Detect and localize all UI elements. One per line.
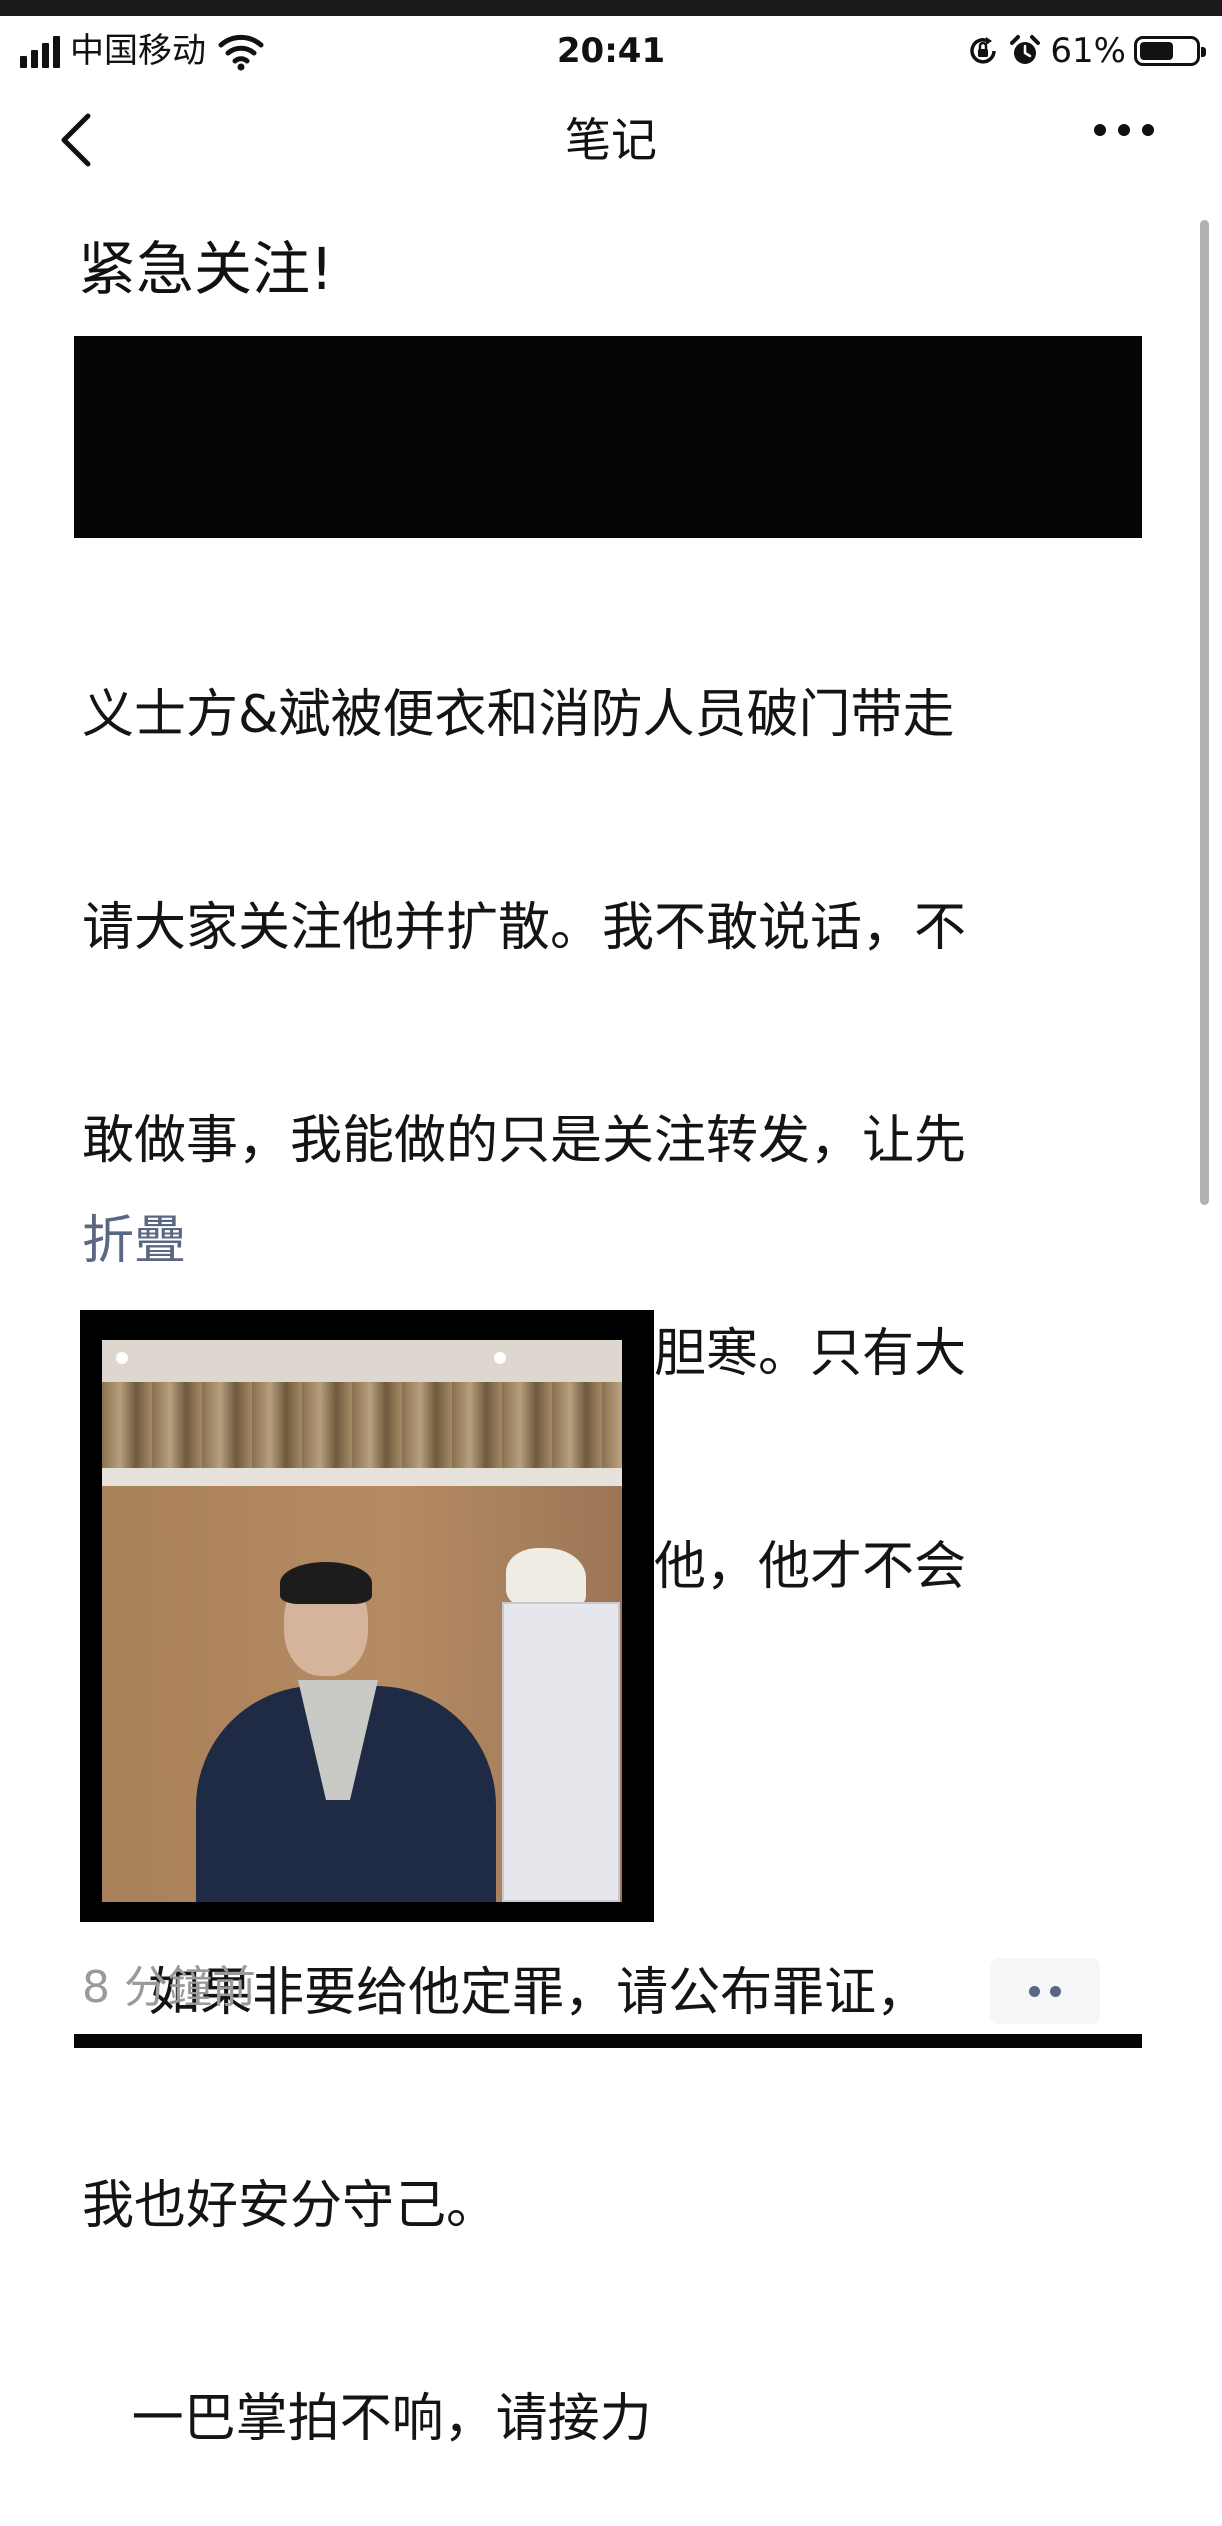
fold-link[interactable]: 折疊 bbox=[82, 1206, 186, 1276]
rotation-lock-icon bbox=[970, 37, 997, 64]
comment-button[interactable] bbox=[990, 1958, 1100, 2024]
battery-level bbox=[1140, 42, 1173, 60]
dot-icon bbox=[1029, 1985, 1040, 1997]
top-edge bbox=[0, 0, 1222, 16]
note-body-line: 一巴掌拍不响，请接力 bbox=[82, 2389, 652, 2449]
note-title: 紧急关注! bbox=[78, 235, 334, 303]
alarm-icon bbox=[1010, 35, 1041, 64]
status-bar-right: 61% bbox=[966, 26, 1206, 76]
dot-icon bbox=[1050, 1985, 1061, 1997]
nav-bar: 笔记 bbox=[0, 90, 1222, 190]
battery-percent: 61% bbox=[1050, 31, 1126, 71]
video-thumbnail[interactable] bbox=[80, 1310, 654, 1922]
timestamp: 8 分鐘前 bbox=[82, 1962, 256, 2013]
note-body-line: 请大家关注他并扩散。我不敢说话，不 bbox=[82, 898, 967, 958]
status-bar: 中国移动 20:41 61% bbox=[0, 16, 1222, 86]
note-body-line: 义士方&斌被便衣和消防人员破门带走 bbox=[82, 685, 955, 745]
video-frame bbox=[102, 1340, 622, 1902]
redacted-block-bottom bbox=[74, 2034, 1142, 2048]
note-body-line: 我也好安分守己。 bbox=[82, 2176, 499, 2236]
scrollbar[interactable] bbox=[1200, 220, 1209, 1205]
page-title: 笔记 bbox=[565, 113, 657, 167]
battery-icon bbox=[1134, 36, 1206, 66]
redacted-block bbox=[74, 336, 1142, 538]
more-dots-icon[interactable] bbox=[1094, 124, 1154, 136]
note-body-line: 敢做事，我能做的只是关注转发，让先 bbox=[82, 1111, 967, 1171]
